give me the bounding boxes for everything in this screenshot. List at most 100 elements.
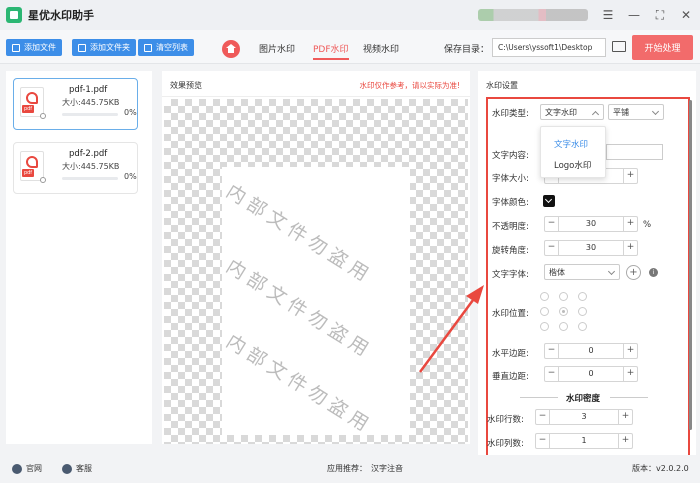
file-item[interactable]: pdf pdf-2.pdf 大小:445.75KB 0% [13,142,138,194]
info-icon[interactable]: i [649,268,658,277]
rotation-increment[interactable]: + [623,241,637,255]
cols-increment[interactable]: + [618,434,632,448]
user-account-area[interactable] [478,9,588,21]
h-margin-decrement[interactable]: − [545,344,559,358]
close-button[interactable]: ✕ [680,9,692,21]
settings-header: 水印设置 [486,81,518,90]
rows-value[interactable]: 3 [550,410,618,424]
file-size: 大小:445.75KB [62,98,120,107]
save-dir-field[interactable]: C:\Users\yssoft1\Desktop [492,38,606,57]
rows-stepper[interactable]: − 3 + [535,409,633,425]
h-margin-label: 水平边距: [492,349,529,359]
folder-icon[interactable] [612,41,626,52]
footer: 官网 客服 应用推荐： 汉字注音 版本：v2.0.2.0 [0,455,700,483]
position-bottom-left[interactable] [540,322,549,331]
preview-panel: 效果预览 水印仅作参考，请以实际为准! 内部文件勿盗用 内部文件勿盗用 内部文件… [162,71,470,444]
v-margin-value[interactable]: 0 [559,367,623,381]
support-label: 客服 [76,464,92,473]
position-middle-right[interactable] [578,307,587,316]
h-margin-value[interactable]: 0 [559,344,623,358]
dropdown-option-text-watermark[interactable]: 文字水印 [554,138,588,150]
file-name: pdf-2.pdf [69,149,108,159]
v-margin-decrement[interactable]: − [545,367,559,381]
add-font-button[interactable]: + [626,265,641,280]
rotation-stepper[interactable]: − 30 + [544,240,638,256]
dropdown-option-logo-watermark[interactable]: Logo水印 [554,159,591,171]
preview-title: 效果预览 [170,81,202,90]
opacity-value[interactable]: 30 [559,217,623,231]
clear-list-label: 清空列表 [156,43,188,52]
opacity-unit: % [643,220,652,230]
cols-value[interactable]: 1 [550,434,618,448]
font-family-value: 楷体 [549,268,565,277]
divider [610,397,648,398]
recommend-app-link[interactable]: 汉字注音 [371,463,403,474]
v-margin-increment[interactable]: + [623,367,637,381]
rotation-value[interactable]: 30 [559,241,623,255]
file-progress-text: 0% [124,108,137,117]
sliders-icon[interactable]: ☰ [602,9,614,21]
pdf-file-icon: pdf [20,151,46,183]
rows-decrement[interactable]: − [536,410,550,424]
home-icon[interactable] [222,40,240,58]
watermark-type-select[interactable]: 文字水印 [540,104,604,120]
position-top-left[interactable] [540,292,549,301]
tile-mode-value: 平铺 [613,108,629,117]
recommend-label: 应用推荐： [327,464,367,473]
font-size-increment[interactable]: + [623,169,637,183]
save-dir-label: 保存目录： [444,45,490,55]
tile-mode-select[interactable]: 平铺 [608,104,664,120]
cols-decrement[interactable]: − [536,434,550,448]
folder-add-icon [78,43,86,52]
opacity-stepper[interactable]: − 30 + [544,216,638,232]
add-file-button[interactable]: 添加文件 [6,39,62,56]
add-folder-button[interactable]: 添加文件夹 [72,39,136,56]
recommend-area: 应用推荐： 汉字注音 [327,463,403,474]
tab-image-watermark[interactable]: 图片水印 [259,42,295,55]
pdf-file-icon: pdf [20,87,46,119]
clear-list-button[interactable]: 清空列表 [138,39,194,56]
start-process-button[interactable]: 开始处理 [632,35,693,60]
position-center[interactable] [559,307,568,316]
watermark-type-value: 文字水印 [545,108,577,117]
settings-scrollbar[interactable] [689,100,692,430]
app-title: 星优水印助手 [28,9,94,22]
v-margin-stepper[interactable]: − 0 + [544,366,638,382]
position-top-center[interactable] [559,292,568,301]
text-content-input[interactable] [606,144,663,160]
file-item[interactable]: pdf pdf-1.pdf 大小:445.75KB 0% [13,78,138,130]
font-color-swatch[interactable] [543,195,555,207]
v-margin-label: 垂直边距: [492,372,529,382]
website-link[interactable]: 官网 [12,463,42,474]
position-bottom-center[interactable] [559,322,568,331]
tab-pdf-watermark[interactable]: PDF水印 [313,42,349,55]
opacity-increment[interactable]: + [623,217,637,231]
opacity-label: 不透明度: [492,222,529,232]
h-margin-stepper[interactable]: − 0 + [544,343,638,359]
minimize-button[interactable]: — [628,9,640,21]
h-margin-increment[interactable]: + [623,344,637,358]
preview-note: 水印仅作参考，请以实际为准! [359,81,460,90]
divider [520,397,558,398]
preview-page: 内部文件勿盗用 内部文件勿盗用 内部文件勿盗用 [222,167,410,435]
support-link[interactable]: 客服 [62,463,92,474]
file-list: pdf pdf-1.pdf 大小:445.75KB 0% pdf pdf-2.p… [6,71,152,444]
add-folder-label: 添加文件夹 [90,43,130,52]
website-label: 官网 [26,464,42,473]
cols-stepper[interactable]: − 1 + [535,433,633,449]
globe-icon [12,463,22,474]
maximize-button[interactable]: ⛶ [654,9,666,21]
add-file-label: 添加文件 [24,43,56,52]
tab-video-watermark[interactable]: 视频水印 [363,42,399,55]
position-top-right[interactable] [578,292,587,301]
text-content-label: 文字内容: [492,151,529,161]
font-color-label: 字体颜色: [492,198,529,208]
rotation-label: 旋转角度: [492,246,529,256]
font-family-select[interactable]: 楷体 [544,264,620,280]
font-family-label: 文字字体: [492,270,529,280]
rotation-decrement[interactable]: − [545,241,559,255]
rows-increment[interactable]: + [618,410,632,424]
position-middle-left[interactable] [540,307,549,316]
opacity-decrement[interactable]: − [545,217,559,231]
position-bottom-right[interactable] [578,322,587,331]
